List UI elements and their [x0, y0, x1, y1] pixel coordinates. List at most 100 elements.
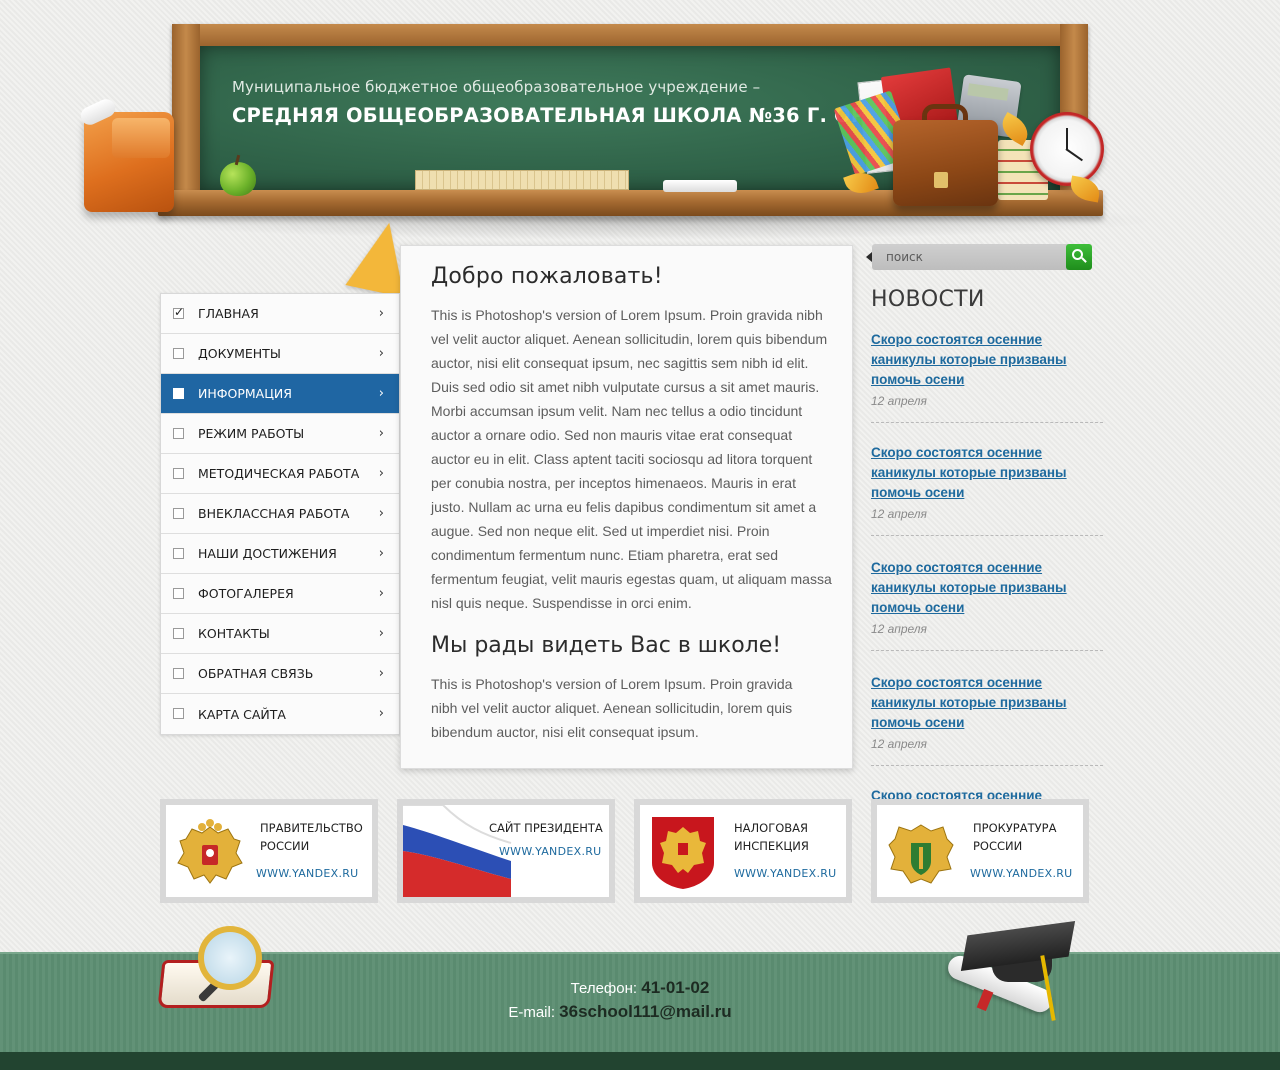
- menu-item-label: РЕЖИМ РАБОТЫ: [198, 426, 305, 441]
- chalkboard-frame-top: [172, 24, 1088, 46]
- eraser-icon: [663, 180, 737, 192]
- checkbox-icon: [173, 388, 184, 399]
- menu-item[interactable]: РЕЖИМ РАБОТЫ ›: [161, 414, 399, 454]
- checkbox-icon: [173, 428, 184, 439]
- menu-item-label: КОНТАКТЫ: [198, 626, 270, 641]
- greeting-text: This is Photoshop's version of Lorem Ips…: [431, 676, 793, 740]
- news-link[interactable]: Скоро состоятся осенние каникулы которые…: [871, 330, 1103, 390]
- footer-email: E-mail: 36school111@mail.ru: [0, 1002, 1240, 1022]
- banner-title: ПРАВИТЕЛЬСТВО: [260, 821, 363, 835]
- news-title: НОВОСТИ: [871, 287, 985, 312]
- news-item: Скоро состоятся осенние каникулы которые…: [871, 651, 1103, 766]
- phone-value: 41-01-02: [641, 978, 710, 997]
- menu-item-label: КАРТА САЙТА: [198, 706, 286, 722]
- menu-item[interactable]: ДОКУМЕНТЫ ›: [161, 334, 399, 374]
- checkbox-icon: [173, 468, 184, 479]
- menu-item-label: ИНФОРМАЦИЯ: [198, 386, 292, 401]
- banner-link[interactable]: WWW.YANDEX.RU: [970, 867, 1073, 880]
- school-title: СРЕДНЯЯ ОБЩЕОБРАЗОВАТЕЛЬНАЯ ШКОЛА №36 Г.…: [232, 104, 897, 127]
- banner-government[interactable]: ПРАВИТЕЛЬСТВО РОССИИ WWW.YANDEX.RU: [160, 799, 378, 903]
- welcome-heading: Добро пожаловать!: [431, 264, 663, 289]
- content-panel: Добро пожаловать! This is Photoshop's ve…: [400, 245, 853, 769]
- chevron-right-icon: ›: [378, 506, 384, 521]
- banner-president[interactable]: САЙТ ПРЕЗИДЕНТА WWW.YANDEX.RU: [397, 799, 615, 903]
- menu-item[interactable]: МЕТОДИЧЕСКАЯ РАБОТА ›: [161, 454, 399, 494]
- chevron-right-icon: ›: [378, 346, 384, 361]
- news-item: Скоро состоятся осенние каникулы которые…: [871, 330, 1103, 423]
- banner-link[interactable]: WWW.YANDEX.RU: [256, 867, 359, 880]
- checkbox-icon: [173, 668, 184, 679]
- ruler-icon: [415, 170, 629, 190]
- news-date: 12 апреля: [871, 622, 927, 636]
- main-menu: ГЛАВНАЯ›ДОКУМЕНТЫ›ИНФОРМАЦИЯ›РЕЖИМ РАБОТ…: [160, 293, 400, 735]
- chevron-right-icon: ›: [378, 426, 384, 441]
- menu-item[interactable]: ОБРАТНАЯ СВЯЗЬ ›: [161, 654, 399, 694]
- news-date: 12 апреля: [871, 394, 927, 408]
- apple-icon: [220, 162, 256, 196]
- banner-link[interactable]: WWW.YANDEX.RU: [734, 867, 837, 880]
- search-icon-handle: [1081, 257, 1087, 263]
- search-button[interactable]: [1066, 244, 1092, 270]
- banner-tax[interactable]: НАЛОГОВАЯ ИНСПЕКЦИЯ WWW.YANDEX.RU: [634, 799, 852, 903]
- menu-item-label: ОБРАТНАЯ СВЯЗЬ: [198, 666, 314, 681]
- welcome-text: This is Photoshop's version of Lorem Ips…: [431, 307, 832, 611]
- menu-item-label: ВНЕКЛАССНАЯ РАБОТА: [198, 506, 350, 521]
- coat-of-arms-icon: [177, 819, 243, 884]
- banner-title: САЙТ ПРЕЗИДЕНТА: [489, 821, 603, 835]
- news-link[interactable]: Скоро состоятся осенние каникулы которые…: [871, 673, 1103, 733]
- checkbox-icon: [173, 548, 184, 559]
- news-date: 12 апреля: [871, 737, 927, 751]
- chevron-right-icon: ›: [378, 466, 384, 481]
- news-date: 12 апреля: [871, 507, 927, 521]
- chevron-right-icon: ›: [378, 666, 384, 681]
- news-item: Скоро состоятся осенние каникулы которые…: [871, 423, 1103, 536]
- checkbox-icon: [173, 348, 184, 359]
- banner-title: РОССИИ: [260, 839, 310, 853]
- banner-title: РОССИИ: [973, 839, 1023, 853]
- checkbox-icon: [173, 708, 184, 719]
- checkbox-icon: [173, 508, 184, 519]
- menu-item[interactable]: ГЛАВНАЯ ›: [161, 294, 399, 334]
- email-label: E-mail:: [508, 1004, 555, 1021]
- email-value[interactable]: 36school111@mail.ru: [559, 1002, 732, 1021]
- chevron-right-icon: ›: [378, 706, 384, 721]
- menu-item-label: МЕТОДИЧЕСКАЯ РАБОТА: [198, 466, 360, 481]
- prosecutor-emblem-icon: [888, 824, 954, 884]
- search-box: [866, 244, 1092, 270]
- checkbox-icon: [173, 628, 184, 639]
- chevron-right-icon: ›: [378, 586, 384, 601]
- menu-item-label: ДОКУМЕНТЫ: [198, 346, 281, 361]
- menu-item[interactable]: ФОТОГАЛЕРЕЯ ›: [161, 574, 399, 614]
- footer-phone: Телефон: 41-01-02: [0, 978, 1280, 998]
- news-link[interactable]: Скоро состоятся осенние каникулы которые…: [871, 443, 1103, 503]
- banner-title: ПРОКУРАТУРА: [973, 821, 1057, 835]
- news-link[interactable]: Скоро состоятся осенние каникулы которые…: [871, 558, 1103, 618]
- chevron-right-icon: ›: [378, 626, 384, 641]
- satchel-flap: [112, 118, 170, 158]
- red-shield-emblem-icon: [652, 817, 714, 889]
- clock-hand: [1066, 128, 1068, 150]
- menu-item-label: НАШИ ДОСТИЖЕНИЯ: [198, 546, 337, 561]
- briefcase-icon: [893, 120, 998, 206]
- banner-title: ИНСПЕКЦИЯ: [734, 839, 809, 853]
- chalkboard-frame-left: [172, 24, 200, 198]
- briefcase-lock: [934, 172, 948, 188]
- greeting-heading: Мы рады видеть Вас в школе!: [431, 633, 782, 658]
- menu-item[interactable]: ИНФОРМАЦИЯ ›: [161, 374, 399, 414]
- search-input[interactable]: [872, 244, 1068, 270]
- phone-label: Телефон:: [570, 980, 638, 997]
- menu-item[interactable]: ВНЕКЛАССНАЯ РАБОТА ›: [161, 494, 399, 534]
- chevron-right-icon: ›: [378, 546, 384, 561]
- news-item: Скоро состоятся осенние каникулы которые…: [871, 536, 1103, 651]
- menu-item[interactable]: КАРТА САЙТА ›: [161, 694, 399, 734]
- news-list: Скоро состоятся осенние каникулы которые…: [871, 330, 1103, 878]
- banner-prosecutor[interactable]: ПРОКУРАТУРА РОССИИ WWW.YANDEX.RU: [871, 799, 1089, 903]
- menu-item[interactable]: КОНТАКТЫ ›: [161, 614, 399, 654]
- menu-item-label: ФОТОГАЛЕРЕЯ: [198, 586, 294, 601]
- menu-item[interactable]: НАШИ ДОСТИЖЕНИЯ ›: [161, 534, 399, 574]
- banner-link[interactable]: WWW.YANDEX.RU: [499, 845, 602, 858]
- chevron-right-icon: ›: [378, 386, 384, 401]
- menu-item-label: ГЛАВНАЯ: [198, 306, 259, 321]
- footer-bottom-bar: [0, 1052, 1280, 1070]
- banner-title: НАЛОГОВАЯ: [734, 821, 809, 835]
